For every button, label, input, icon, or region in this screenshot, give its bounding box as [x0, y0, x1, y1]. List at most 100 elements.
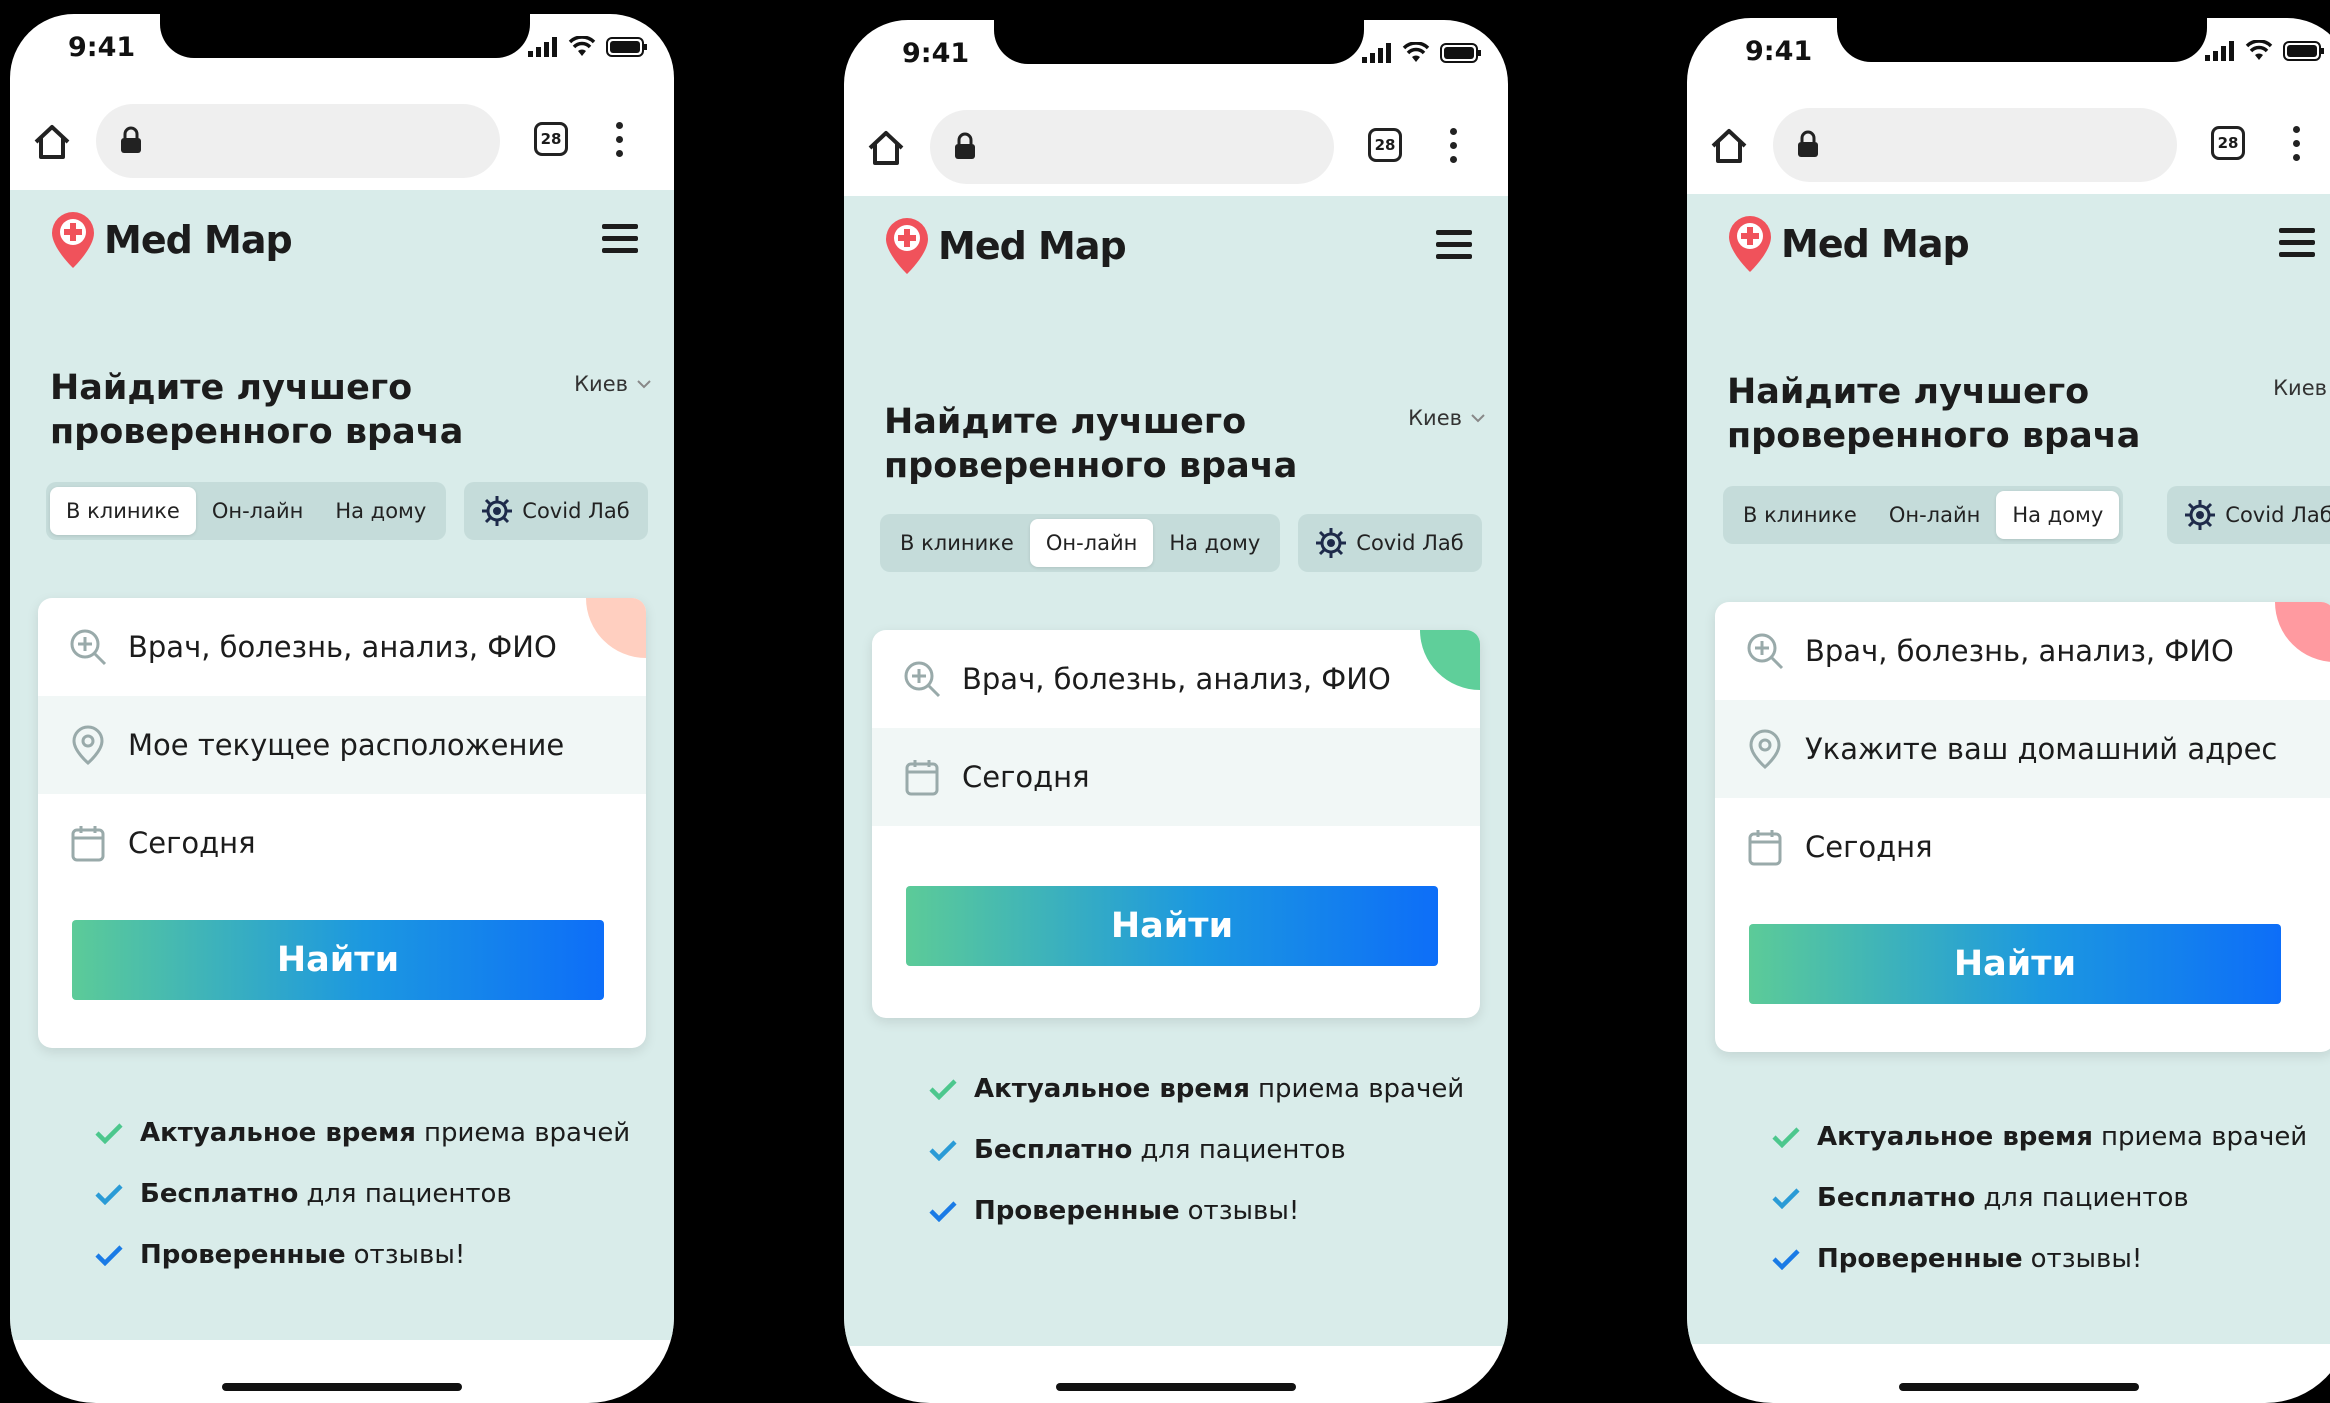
home-indicator	[1899, 1383, 2139, 1391]
home-indicator	[1056, 1383, 1296, 1391]
wifi-icon	[2245, 40, 2273, 60]
app-content: Med Map Найдите лучшего проверенного вра…	[1687, 194, 2330, 1344]
map-pin-cross-icon	[52, 212, 94, 268]
location-input[interactable]: Мое текущее расположение	[38, 696, 646, 794]
date-input[interactable]: Сегодня	[38, 794, 646, 892]
tab-online[interactable]: Он-лайн	[1873, 491, 1997, 539]
search-plus-icon	[70, 629, 107, 666]
benefit-item: Бесплатно для пациентов	[928, 1119, 1464, 1180]
check-icon	[929, 1139, 957, 1161]
city-selector[interactable]: Киев	[1408, 406, 1486, 430]
tab-home-visit[interactable]: На дому	[319, 487, 442, 535]
check-icon	[1772, 1126, 1800, 1148]
covid-lab-label: Covid Лаб	[2225, 503, 2330, 527]
status-icons	[1362, 42, 1482, 64]
signal-icon	[528, 37, 557, 57]
date-input[interactable]: Сегодня	[872, 728, 1480, 826]
check-icon	[1772, 1187, 1800, 1209]
check-icon	[929, 1200, 957, 1222]
date-input[interactable]: Сегодня	[1715, 798, 2330, 896]
browser-toolbar: 28	[1687, 98, 2330, 194]
logo[interactable]: Med Map	[884, 216, 1127, 276]
lock-icon	[121, 126, 141, 153]
calendar-icon	[905, 760, 939, 796]
address-bar[interactable]	[1773, 108, 2177, 182]
tab-online[interactable]: Он-лайн	[1029, 519, 1154, 567]
map-pin-cross-icon	[886, 218, 928, 274]
benefit-item: Актуальное время приема врачей	[928, 1058, 1464, 1119]
benefit-item: Проверенные отзывы!	[94, 1224, 630, 1285]
hamburger-menu-icon[interactable]	[1436, 230, 1472, 260]
address-bar[interactable]	[930, 110, 1334, 184]
covid-lab-button[interactable]: Covid Лаб	[2167, 486, 2330, 544]
benefit-item: Актуальное время приема врачей	[94, 1102, 630, 1163]
check-icon	[929, 1078, 957, 1100]
status-icons	[2205, 40, 2325, 62]
browser-menu-icon[interactable]	[2293, 126, 2301, 166]
tab-clinic[interactable]: В клинике	[50, 487, 196, 535]
address-placeholder: Укажите ваш домашний адрес	[1805, 732, 2278, 766]
find-button[interactable]: Найти	[72, 920, 604, 1000]
check-icon	[95, 1244, 123, 1266]
search-input[interactable]: Врач, болезнь, анализ, ФИО	[872, 630, 1480, 728]
address-bar[interactable]	[96, 104, 500, 178]
chevron-down-icon	[1471, 414, 1485, 423]
logo[interactable]: Med Map	[1727, 214, 1970, 274]
search-plus-icon	[904, 661, 941, 698]
chevron-down-icon	[637, 380, 651, 389]
hamburger-menu-icon[interactable]	[602, 224, 638, 254]
hero-title: Найдите лучшего проверенного врача	[884, 402, 1298, 486]
city-selector[interactable]: Киев	[2273, 376, 2330, 400]
calendar-icon	[71, 826, 105, 862]
city-label: Киев	[2273, 376, 2327, 400]
tab-clinic[interactable]: В клинике	[884, 519, 1030, 567]
search-placeholder: Врач, болезнь, анализ, ФИО	[128, 630, 557, 664]
home-address-input[interactable]: Укажите ваш домашний адрес	[1715, 700, 2330, 798]
find-button[interactable]: Найти	[906, 886, 1438, 966]
status-bar: 9:41	[844, 20, 1508, 100]
tab-online[interactable]: Он-лайн	[196, 487, 320, 535]
search-input[interactable]: Врач, болезнь, анализ, ФИО	[1715, 602, 2330, 700]
signal-icon	[1362, 43, 1391, 63]
city-selector[interactable]: Киев	[574, 372, 652, 396]
benefits-list: Актуальное время приема врачей Бесплатно д…	[94, 1102, 630, 1285]
tabs-count-button[interactable]: 28	[2211, 126, 2245, 160]
search-input[interactable]: Врач, болезнь, анализ, ФИО	[38, 598, 646, 696]
covid-lab-label: Covid Лаб	[1356, 531, 1464, 555]
hamburger-menu-icon[interactable]	[2279, 228, 2315, 258]
status-bar: 9:41	[1687, 18, 2330, 98]
covid-lab-label: Covid Лаб	[522, 499, 630, 523]
benefit-item: Актуальное время приема врачей	[1771, 1106, 2307, 1167]
tab-home-visit[interactable]: На дому	[1996, 491, 2120, 539]
tab-clinic[interactable]: В клинике	[1727, 491, 1873, 539]
tabs-count-button[interactable]: 28	[1368, 128, 1402, 162]
benefits-list: Актуальное время приема врачей Бесплатно д…	[1771, 1106, 2307, 1289]
date-value: Сегодня	[1805, 830, 1933, 864]
logo[interactable]: Med Map	[50, 210, 293, 270]
location-pin-icon	[72, 725, 104, 765]
virus-icon	[2185, 500, 2216, 530]
browser-toolbar: 28	[844, 100, 1508, 196]
browser-menu-icon[interactable]	[1450, 128, 1458, 168]
covid-lab-button[interactable]: Covid Лаб	[464, 482, 648, 540]
signal-icon	[2205, 41, 2234, 61]
tab-home-visit[interactable]: На дому	[1153, 519, 1276, 567]
status-time: 9:41	[1745, 36, 1813, 67]
find-button[interactable]: Найти	[1749, 924, 2281, 1004]
search-card: Врач, болезнь, анализ, ФИО Сегодня Найти	[872, 630, 1480, 1018]
phone-mockup-clinic: 9:41 28 Med Map Найдите лучшего проверен…	[10, 14, 674, 1403]
covid-lab-button[interactable]: Covid Лаб	[1298, 514, 1482, 572]
search-plus-icon	[1747, 633, 1784, 670]
city-label: Киев	[1408, 406, 1462, 430]
home-icon[interactable]	[1707, 124, 1751, 168]
logo-text: Med Map	[938, 224, 1127, 268]
browser-menu-icon[interactable]	[616, 122, 624, 162]
lock-icon	[955, 132, 975, 159]
check-icon	[1772, 1248, 1800, 1270]
home-icon[interactable]	[864, 126, 908, 170]
benefit-item: Бесплатно для пациентов	[1771, 1167, 2307, 1228]
app-content: Med Map Найдите лучшего проверенного вра…	[844, 196, 1508, 1346]
hero-title: Найдите лучшего проверенного врача	[50, 368, 464, 452]
tabs-count-button[interactable]: 28	[534, 122, 568, 156]
home-icon[interactable]	[30, 120, 74, 164]
